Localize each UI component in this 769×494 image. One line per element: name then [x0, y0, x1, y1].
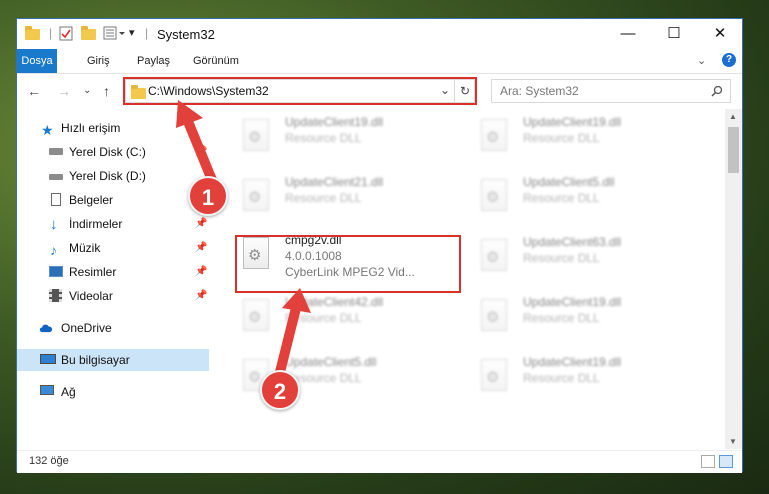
- annotation-arrows: [176, 100, 311, 377]
- step-2-badge: 2: [260, 370, 300, 410]
- step-1-badge: 1: [188, 176, 228, 216]
